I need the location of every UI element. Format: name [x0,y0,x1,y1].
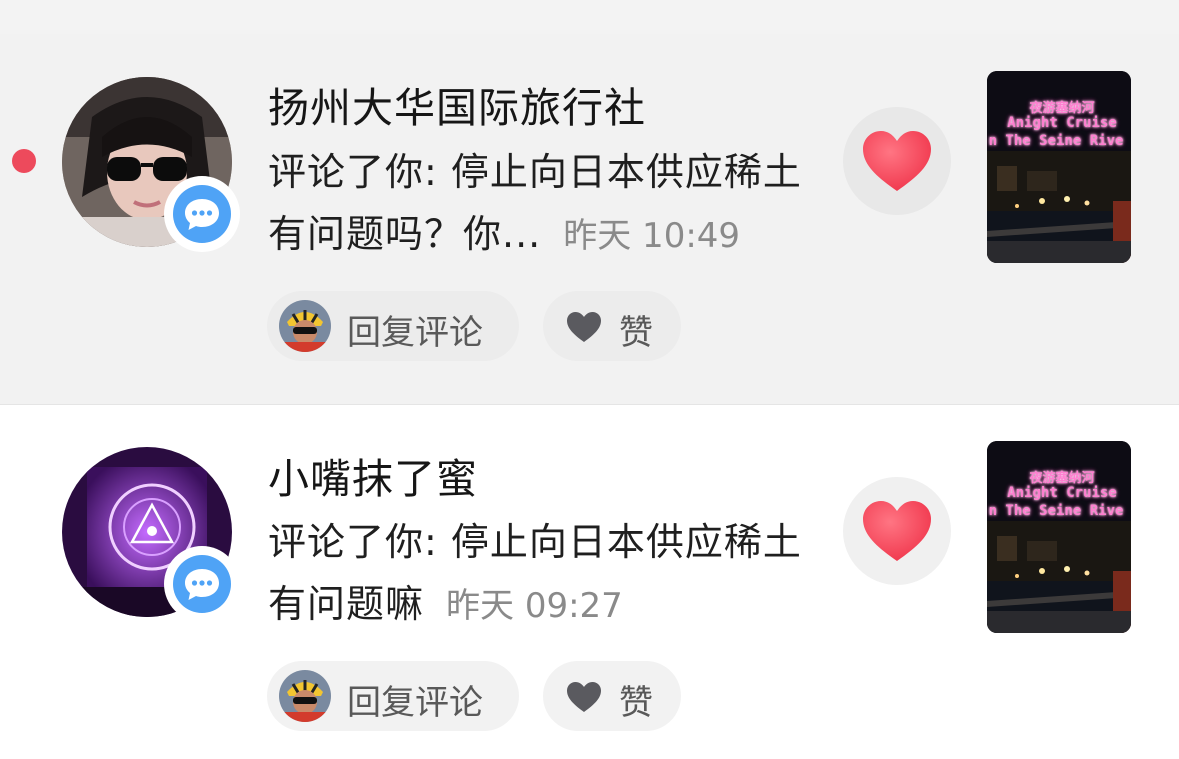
thumbnail-caption-3: n The Seine Rive [988,133,1124,149]
timestamp: 昨天 10:49 [563,216,741,256]
thumbnail-caption-1: 夜游塞纳河 [1029,471,1095,486]
reply-comment-button[interactable]: 回复评论 [267,291,519,361]
comment-text[interactable]: 评论了你: 停止向日本供应稀土有问题嘛 昨天 09:27 [268,511,808,637]
thumbnail-caption-3: n The Seine Rive [988,503,1124,519]
post-thumbnail[interactable]: 夜游塞纳河 Anight Cruise n The Seine Rive [987,71,1131,263]
comment-badge [164,546,240,622]
comment-bubble-icon [173,185,231,243]
thumbnail-caption-2: Anight Cruise [1007,115,1117,131]
top-strip [0,0,1179,35]
post-thumbnail[interactable]: 夜游塞纳河 Anight Cruise n The Seine Rive [987,441,1131,633]
heart-icon [863,131,931,191]
thumbnail-caption-2: Anight Cruise [1007,485,1117,501]
reply-comment-label: 回复评论 [347,313,483,353]
reply-comment-button[interactable]: 回复评论 [267,661,519,731]
comment-bubble-icon [173,555,231,613]
unread-dot [12,149,36,173]
comment-text[interactable]: 评论了你: 停止向日本供应稀土有问题吗？你... 昨天 10:49 [268,141,808,267]
heart-outline-icon [567,312,601,342]
like-label: 赞 [619,683,653,723]
like-button[interactable]: 赞 [543,291,681,361]
comment-badge [164,176,240,252]
notification-item[interactable]: 小嘴抹了蜜 评论了你: 停止向日本供应稀土有问题嘛 昨天 09:27 回复评论 赞 [0,405,1179,759]
user-name[interactable]: 扬州大华国际旅行社 [268,74,646,134]
like-label: 赞 [619,313,653,353]
user-name[interactable]: 小嘴抹了蜜 [268,445,478,505]
my-avatar [279,670,331,722]
heart-button[interactable] [843,477,951,585]
heart-icon [863,501,931,561]
heart-outline-icon [567,682,601,712]
my-avatar [279,300,331,352]
like-button[interactable]: 赞 [543,661,681,731]
thumbnail-caption-1: 夜游塞纳河 [1029,101,1095,116]
notification-item[interactable]: 扬州大华国际旅行社 评论了你: 停止向日本供应稀土有问题吗？你... 昨天 10:… [0,34,1179,404]
reply-comment-label: 回复评论 [347,683,483,723]
heart-button[interactable] [843,107,951,215]
timestamp: 昨天 09:27 [446,586,623,626]
